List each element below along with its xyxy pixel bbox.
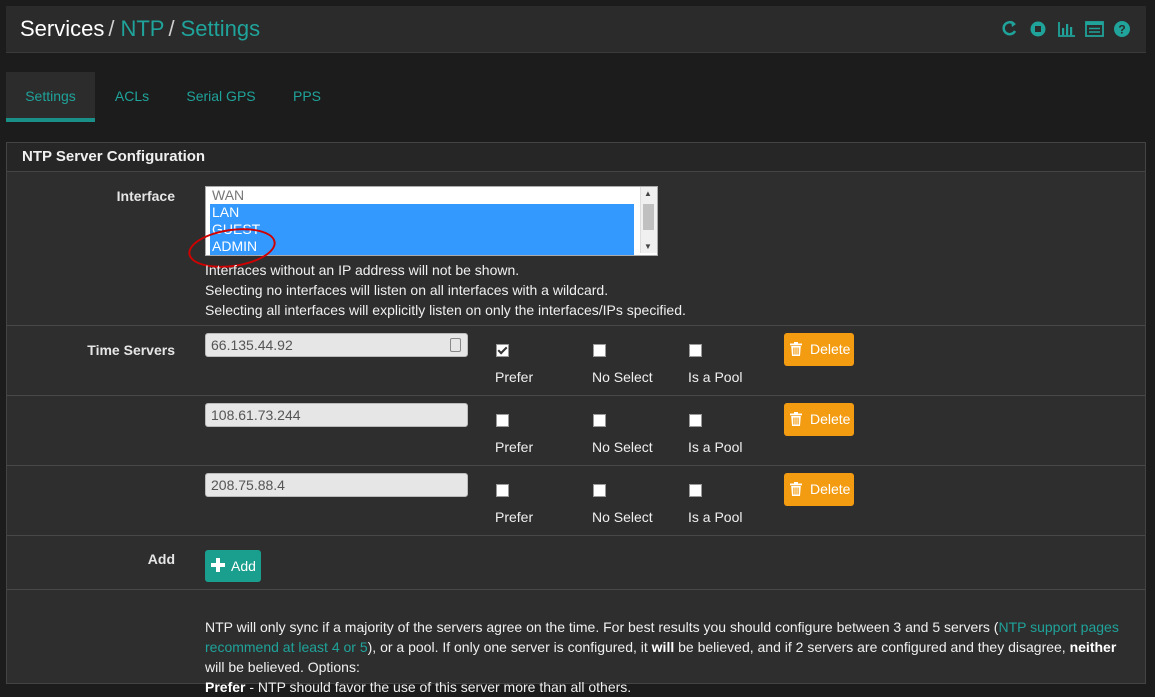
- is-a-pool-checkbox[interactable]: [689, 484, 702, 497]
- delete-button-label: Delete: [810, 411, 851, 427]
- info-text: be believed, and if 2 servers are config…: [674, 639, 1070, 655]
- help-icon[interactable]: ?: [1113, 20, 1132, 38]
- ntp-server-configuration-panel: NTP Server Configuration Interface WAN L…: [6, 142, 1146, 695]
- is-a-pool-checkbox[interactable]: [689, 344, 702, 357]
- interface-option-lan[interactable]: LAN: [210, 204, 634, 221]
- delete-button[interactable]: Delete: [784, 403, 854, 436]
- breadcrumb-settings[interactable]: Settings: [181, 16, 261, 41]
- trash-icon: [790, 342, 802, 356]
- time-server-address-input[interactable]: 108.61.73.244: [205, 403, 468, 427]
- time-server-address-input[interactable]: 66.135.44.92: [205, 333, 468, 357]
- info-bold: will: [651, 639, 675, 655]
- add-button-label: Add: [231, 558, 256, 574]
- prefer-label: Prefer: [495, 509, 534, 525]
- info-bold: neither: [1069, 639, 1117, 655]
- add-button[interactable]: Add: [205, 550, 261, 582]
- panel-title: NTP Server Configuration: [7, 143, 1145, 172]
- restart-service-icon[interactable]: [1001, 20, 1020, 38]
- scrollbar-thumb[interactable]: [643, 204, 654, 230]
- info-text: will be believed. Options:: [205, 659, 360, 675]
- interface-option-guest[interactable]: GUEST: [210, 221, 634, 238]
- no-select-checkbox[interactable]: [593, 484, 606, 497]
- tab-pps[interactable]: PPS: [284, 72, 330, 118]
- time-server-row: Time Servers 66.135.44.92 Prefer No Sele…: [7, 326, 1145, 396]
- delete-button[interactable]: Delete: [784, 473, 854, 506]
- prefer-checkbox[interactable]: [496, 344, 509, 357]
- no-select-label: No Select: [592, 369, 653, 385]
- delete-button[interactable]: Delete: [784, 333, 854, 366]
- breadcrumb-separator: /: [168, 16, 175, 41]
- no-select-label: No Select: [592, 509, 653, 525]
- time-server-address-value: 208.75.88.4: [211, 477, 285, 493]
- scroll-up-icon[interactable]: ▲: [644, 189, 652, 198]
- info-paragraph: NTP will only sync if a majority of the …: [205, 617, 1125, 697]
- is-a-pool-label: Is a Pool: [688, 439, 743, 455]
- info-text: - NTP should favor the use of this serve…: [245, 679, 632, 695]
- header-icons: ?: [1001, 20, 1132, 38]
- add-label: Add: [147, 551, 175, 567]
- info-text: NTP will only sync if a majority of the …: [205, 619, 999, 635]
- tab-serial-gps[interactable]: Serial GPS: [178, 72, 264, 118]
- interface-scrollbar[interactable]: ▲ ▼: [640, 187, 657, 253]
- interface-help-1: Interfaces without an IP address will no…: [205, 262, 520, 278]
- time-servers-label: Time Servers: [87, 342, 175, 358]
- tab-bar: Settings ACLs Serial GPS PPS: [6, 72, 1146, 122]
- time-server-row: 108.61.73.244 Prefer No Select Is a Pool…: [7, 396, 1145, 466]
- log-icon[interactable]: [1085, 20, 1104, 38]
- delete-button-label: Delete: [810, 341, 851, 357]
- prefer-label: Prefer: [495, 369, 534, 385]
- graph-icon[interactable]: [1057, 20, 1076, 38]
- plus-icon: [211, 558, 225, 572]
- breadcrumb-separator: /: [108, 16, 115, 41]
- time-server-address-value: 66.135.44.92: [211, 337, 293, 353]
- address-book-icon[interactable]: [450, 338, 461, 352]
- no-select-label: No Select: [592, 439, 653, 455]
- prefer-checkbox[interactable]: [496, 414, 509, 427]
- prefer-checkbox[interactable]: [496, 484, 509, 497]
- interface-option-wan[interactable]: WAN: [212, 187, 244, 204]
- breadcrumb: Services / NTP / Settings: [20, 16, 260, 42]
- delete-button-label: Delete: [810, 481, 851, 497]
- interface-row: Interface WAN LAN GUEST ADMIN ▲ ▼ Interf…: [7, 172, 1145, 326]
- time-server-address-value: 108.61.73.244: [211, 407, 301, 423]
- trash-icon: [790, 482, 802, 496]
- breadcrumb-services: Services: [20, 16, 105, 41]
- interface-label: Interface: [116, 188, 175, 204]
- prefer-label: Prefer: [495, 439, 534, 455]
- info-text: ), or a pool. If only one server is conf…: [367, 639, 652, 655]
- is-a-pool-label: Is a Pool: [688, 509, 743, 525]
- no-select-checkbox[interactable]: [593, 414, 606, 427]
- is-a-pool-checkbox[interactable]: [689, 414, 702, 427]
- scroll-down-icon[interactable]: ▼: [644, 242, 652, 251]
- add-row: Add Add: [7, 536, 1145, 590]
- is-a-pool-label: Is a Pool: [688, 369, 743, 385]
- tab-acls[interactable]: ACLs: [104, 72, 160, 118]
- time-server-row: 208.75.88.4 Prefer No Select Is a Pool D…: [7, 466, 1145, 536]
- no-select-checkbox[interactable]: [593, 344, 606, 357]
- trash-icon: [790, 412, 802, 426]
- interface-help-2: Selecting no interfaces will listen on a…: [205, 282, 609, 298]
- interface-help-3: Selecting all interfaces will explicitly…: [205, 302, 686, 318]
- page-header: Services / NTP / Settings ?: [6, 6, 1146, 53]
- breadcrumb-ntp[interactable]: NTP: [120, 16, 164, 41]
- stop-service-icon[interactable]: [1029, 20, 1048, 38]
- time-server-address-input[interactable]: 208.75.88.4: [205, 473, 468, 497]
- info-bold: Prefer: [205, 679, 246, 695]
- svg-text:?: ?: [1118, 23, 1125, 37]
- tab-settings[interactable]: Settings: [6, 72, 95, 122]
